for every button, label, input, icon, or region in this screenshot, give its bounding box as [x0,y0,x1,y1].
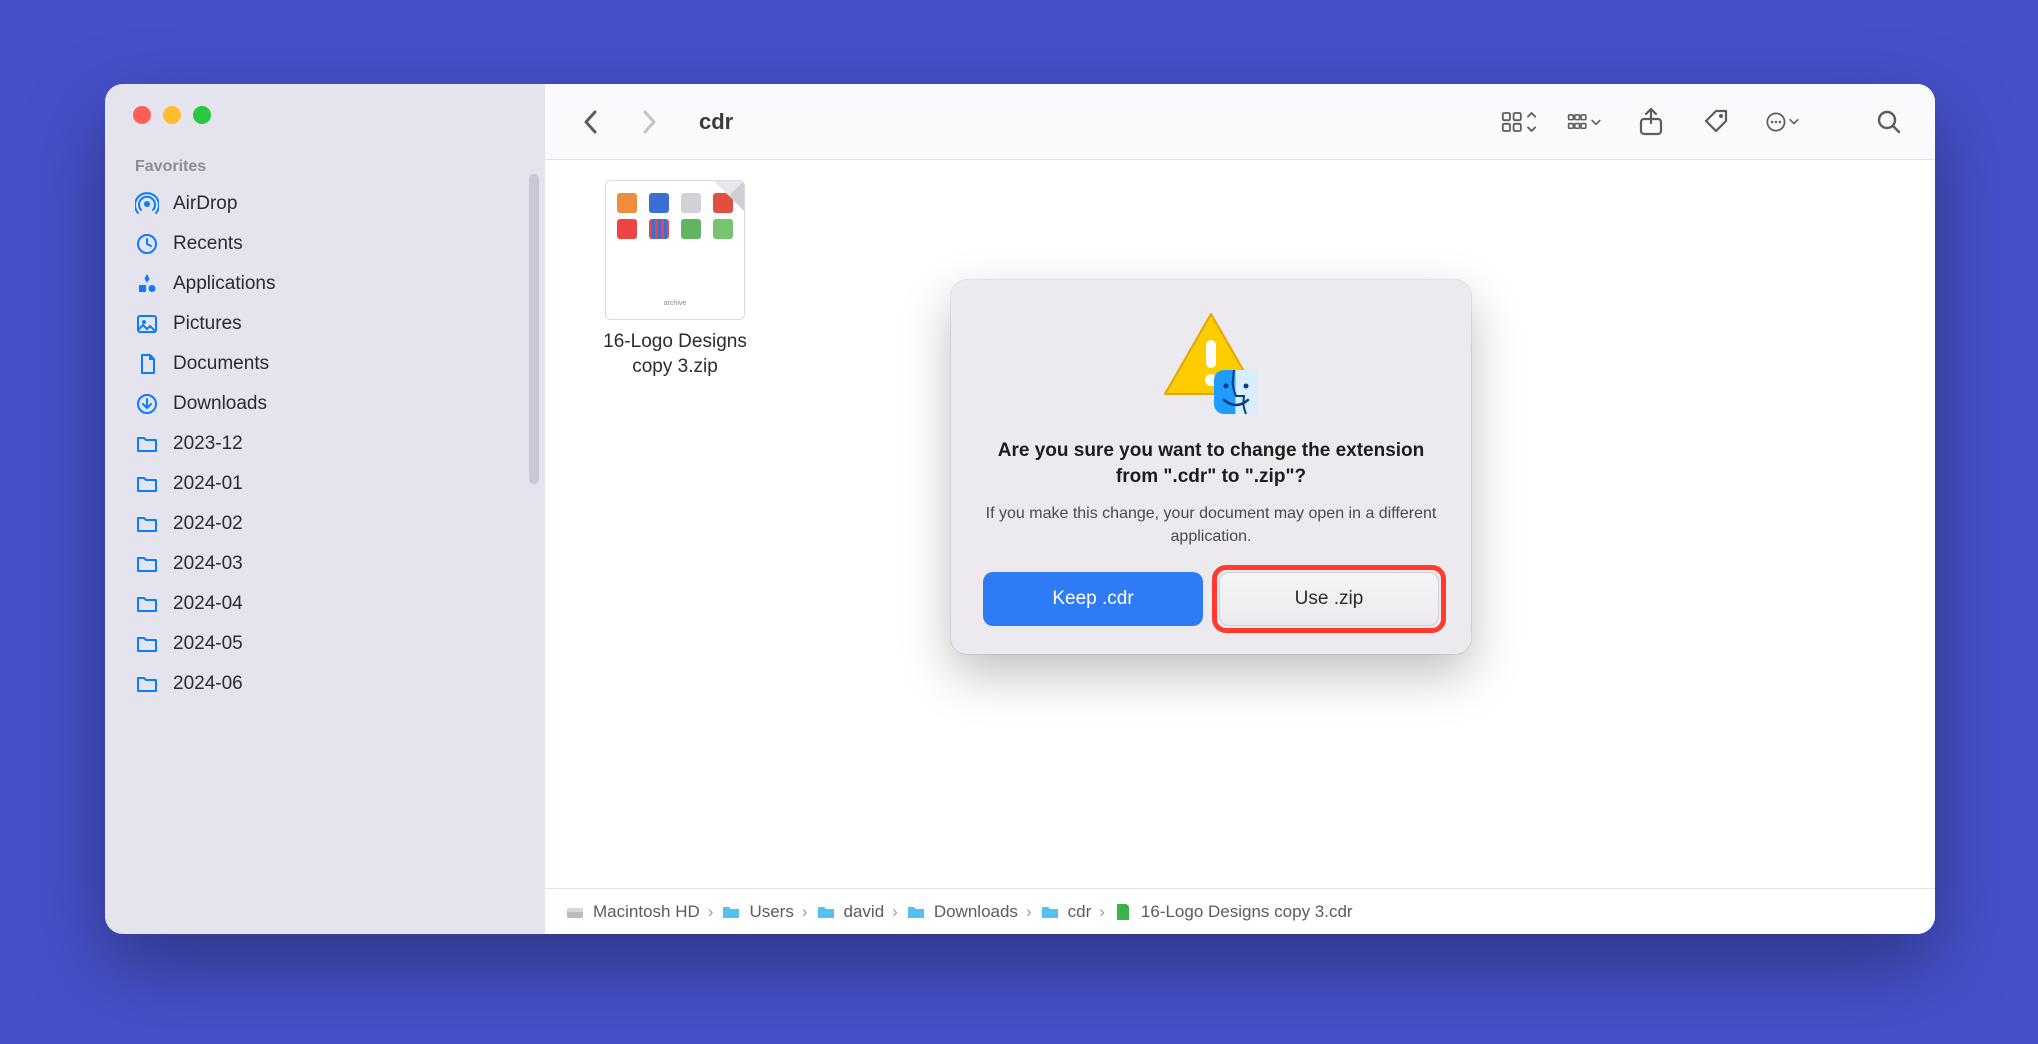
content-area[interactable]: archive 16-Logo Designs copy 3.zip [545,160,1935,888]
sidebar-item-recents[interactable]: Recents [105,224,545,264]
minimize-window-button[interactable] [163,106,181,124]
sidebar-item-label: 2023-12 [173,433,243,455]
sidebar-item-2023-12[interactable]: 2023-12 [105,424,545,464]
sidebar-item-2024-02[interactable]: 2024-02 [105,504,545,544]
folder-icon [906,902,926,922]
sidebar-item-label: Applications [173,273,275,295]
sidebar-item-label: Pictures [173,313,242,335]
dialog-message: If you make this change, your document m… [983,503,1439,548]
sidebar-item-label: Documents [173,353,269,375]
sidebar-item-2024-01[interactable]: 2024-01 [105,464,545,504]
rename-extension-dialog: Are you sure you want to change the exte… [951,280,1471,654]
airdrop-icon [135,192,159,216]
folder-title: cdr [699,109,733,135]
group-by-button[interactable] [1567,104,1603,140]
dialog-title: Are you sure you want to change the exte… [983,438,1439,489]
breadcrumb-users[interactable]: Users [721,902,793,922]
sidebar-item-2024-04[interactable]: 2024-04 [105,584,545,624]
breadcrumb-cdr[interactable]: cdr [1040,902,1092,922]
forward-button[interactable] [631,104,667,140]
zipdoc-icon [1113,902,1133,922]
picture-icon [135,312,159,336]
tags-button[interactable] [1699,104,1735,140]
highlighted-action: Use .zip [1212,565,1446,633]
folder-icon [135,472,159,496]
sidebar-item-label: 2024-02 [173,513,243,535]
path-bar: Macintosh HD › Users › david › Downloads › cdr › 1… [545,888,1935,934]
folder-icon [721,902,741,922]
breadcrumb-separator: › [802,902,808,922]
breadcrumb-label: Macintosh HD [593,902,700,922]
doc-icon [135,352,159,376]
disk-icon [565,902,585,922]
clock-icon [135,232,159,256]
file-item[interactable]: archive 16-Logo Designs copy 3.zip [575,180,775,379]
folder-icon [135,592,159,616]
breadcrumb-label: Users [749,902,793,922]
breadcrumb-macintosh-hd[interactable]: Macintosh HD [565,902,700,922]
sidebar-item-2024-03[interactable]: 2024-03 [105,544,545,584]
action-menu-button[interactable] [1765,104,1801,140]
use-extension-button[interactable]: Use .zip [1219,572,1439,626]
sidebar-scrollbar[interactable] [529,174,539,484]
share-button[interactable] [1633,104,1669,140]
folder-icon [135,552,159,576]
sidebar-item-documents[interactable]: Documents [105,344,545,384]
window-controls [105,106,545,124]
view-mode-button[interactable] [1501,104,1537,140]
search-button[interactable] [1871,104,1907,140]
sidebar-item-label: 2024-05 [173,633,243,655]
sidebar-item-label: Recents [173,233,243,255]
breadcrumb-label: 16-Logo Designs copy 3.cdr [1141,902,1353,922]
sidebar-item-label: Downloads [173,393,267,415]
sidebar-item-airdrop[interactable]: AirDrop [105,184,545,224]
close-window-button[interactable] [133,106,151,124]
download-icon [135,392,159,416]
apps-icon [135,272,159,296]
breadcrumb-separator: › [1099,902,1105,922]
zoom-window-button[interactable] [193,106,211,124]
breadcrumb-label: cdr [1068,902,1092,922]
keep-extension-button[interactable]: Keep .cdr [983,572,1203,626]
finder-window: Favorites AirDrop Recents Applications Pict… [105,84,1935,934]
toolbar: cdr [545,84,1935,160]
breadcrumb-separator: › [1026,902,1032,922]
breadcrumb-david[interactable]: david [816,902,885,922]
sidebar-item-label: AirDrop [173,193,237,215]
breadcrumb-separator: › [708,902,714,922]
back-button[interactable] [573,104,609,140]
sidebar-list: AirDrop Recents Applications Pictures Docume… [105,184,545,704]
folder-icon [135,632,159,656]
sidebar-item-label: 2024-04 [173,593,243,615]
sidebar-section-title: Favorites [105,152,545,184]
sidebar-item-pictures[interactable]: Pictures [105,304,545,344]
folder-icon [135,512,159,536]
sidebar-item-downloads[interactable]: Downloads [105,384,545,424]
breadcrumb-downloads[interactable]: Downloads [906,902,1018,922]
sidebar-item-label: 2024-03 [173,553,243,575]
dialog-icon [1156,310,1266,420]
sidebar: Favorites AirDrop Recents Applications Pict… [105,84,545,934]
breadcrumb-label: david [844,902,885,922]
finder-icon [1212,368,1260,416]
sidebar-item-applications[interactable]: Applications [105,264,545,304]
folder-icon [816,902,836,922]
folder-icon [135,672,159,696]
folder-icon [1040,902,1060,922]
file-name[interactable]: 16-Logo Designs copy 3.zip [575,330,775,379]
folder-icon [135,432,159,456]
file-thumbnail: archive [605,180,745,320]
main-pane: cdr [545,84,1935,934]
sidebar-item-label: 2024-01 [173,473,243,495]
sidebar-item-label: 2024-06 [173,673,243,695]
breadcrumb-label: Downloads [934,902,1018,922]
breadcrumb-separator: › [892,902,898,922]
sidebar-item-2024-06[interactable]: 2024-06 [105,664,545,704]
sidebar-item-2024-05[interactable]: 2024-05 [105,624,545,664]
breadcrumb-16-logo-designs-copy-3-cdr[interactable]: 16-Logo Designs copy 3.cdr [1113,902,1353,922]
